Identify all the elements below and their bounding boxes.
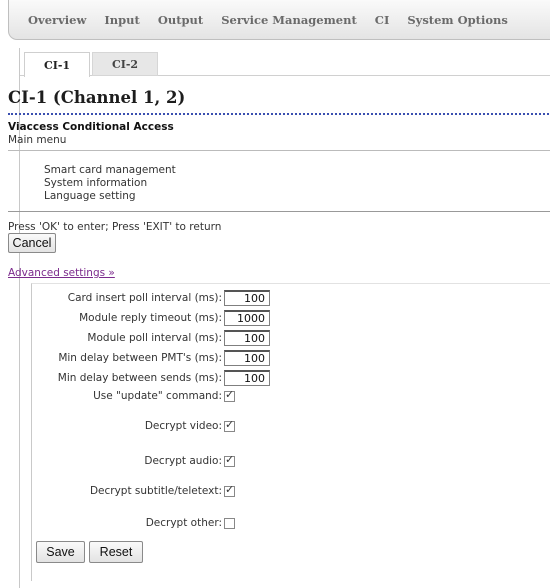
field-row-card-insert-poll: Card insert poll interval (ms): (32, 290, 270, 306)
decrypt-video-checkbox[interactable]: ✓ (224, 417, 235, 432)
menu-hint-text: Press 'OK' to enter; Press 'EXIT' to ret… (8, 221, 222, 233)
menu-item-language[interactable]: Language setting (44, 190, 176, 203)
menu-top-divider (8, 150, 550, 151)
decrypt-other-checkbox[interactable] (224, 517, 235, 529)
reset-button[interactable]: Reset (89, 541, 143, 563)
ca-module-title: Viaccess Conditional Access (8, 121, 174, 133)
menu-item-system-info[interactable]: System information (44, 177, 176, 190)
checkbox-label: Decrypt audio: (144, 455, 222, 467)
ci-tabs: CI-1 CI-2 (24, 52, 160, 77)
checkmark-icon: ✓ (225, 417, 235, 431)
advanced-settings-link[interactable]: Advanced settings » (8, 267, 115, 279)
ca-menu-subtitle: Main menu (8, 134, 67, 146)
tab-ci-2[interactable]: CI-2 (92, 52, 158, 76)
field-row-min-delay-pmts: Min delay between PMT's (ms): (32, 350, 270, 366)
top-navigation: Overview Input Output Service Management… (8, 0, 550, 40)
card-insert-poll-input[interactable] (224, 290, 270, 306)
checkbox-row-decrypt-audio: Decrypt audio: ✓ (32, 452, 235, 467)
module-reply-timeout-input[interactable] (224, 310, 270, 326)
checkbox-row-use-update: Use "update" command: ✓ (32, 387, 235, 402)
save-button[interactable]: Save (36, 541, 85, 563)
checkmark-icon: ✓ (225, 452, 235, 466)
field-row-module-poll-interval: Module poll interval (ms): (32, 330, 270, 346)
min-delay-pmts-input[interactable] (224, 350, 270, 366)
nav-service-management[interactable]: Service Management (221, 13, 357, 27)
nav-system-options[interactable]: System Options (407, 13, 508, 27)
checkbox-label: Decrypt video: (144, 420, 222, 432)
checkbox-row-decrypt-other: Decrypt other: (32, 517, 235, 529)
nav-input[interactable]: Input (104, 13, 139, 27)
field-label: Min delay between PMT's (ms): (58, 352, 222, 364)
field-label: Card insert poll interval (ms): (67, 292, 222, 304)
field-label: Module reply timeout (ms): (79, 312, 222, 324)
menu-item-smart-card[interactable]: Smart card management (44, 164, 176, 177)
field-label: Module poll interval (ms): (87, 332, 222, 344)
nav-ci[interactable]: CI (375, 13, 390, 27)
tab-ci-1[interactable]: CI-1 (24, 52, 90, 77)
checkbox-label: Use "update" command: (93, 390, 222, 402)
nav-overview[interactable]: Overview (28, 13, 86, 27)
checkmark-icon: ✓ (225, 387, 235, 401)
module-poll-interval-input[interactable] (224, 330, 270, 346)
checkbox-row-decrypt-video: Decrypt video: ✓ (32, 417, 235, 432)
cancel-button[interactable]: Cancel (8, 233, 56, 253)
page-title: CI-1 (Channel 1, 2) (8, 88, 186, 107)
decrypt-audio-checkbox[interactable]: ✓ (224, 452, 235, 467)
min-delay-sends-input[interactable] (224, 370, 270, 386)
use-update-checkbox[interactable]: ✓ (224, 387, 235, 402)
checkmark-icon: ✓ (225, 482, 235, 496)
checkbox-label: Decrypt other: (145, 517, 222, 529)
ca-menu-list: Smart card management System information… (44, 164, 176, 203)
title-divider (8, 113, 550, 115)
field-label: Min delay between sends (ms): (57, 372, 222, 384)
field-row-min-delay-sends: Min delay between sends (ms): (32, 370, 270, 386)
checkbox-label: Decrypt subtitle/teletext: (89, 485, 222, 497)
advanced-settings-panel: Card insert poll interval (ms): Module r… (31, 283, 550, 581)
decrypt-subtitle-checkbox[interactable]: ✓ (224, 482, 235, 497)
field-row-module-reply-timeout: Module reply timeout (ms): (32, 310, 270, 326)
menu-bottom-divider (8, 211, 550, 212)
nav-output[interactable]: Output (158, 13, 203, 27)
checkbox-row-decrypt-subtitle: Decrypt subtitle/teletext: ✓ (32, 482, 235, 497)
